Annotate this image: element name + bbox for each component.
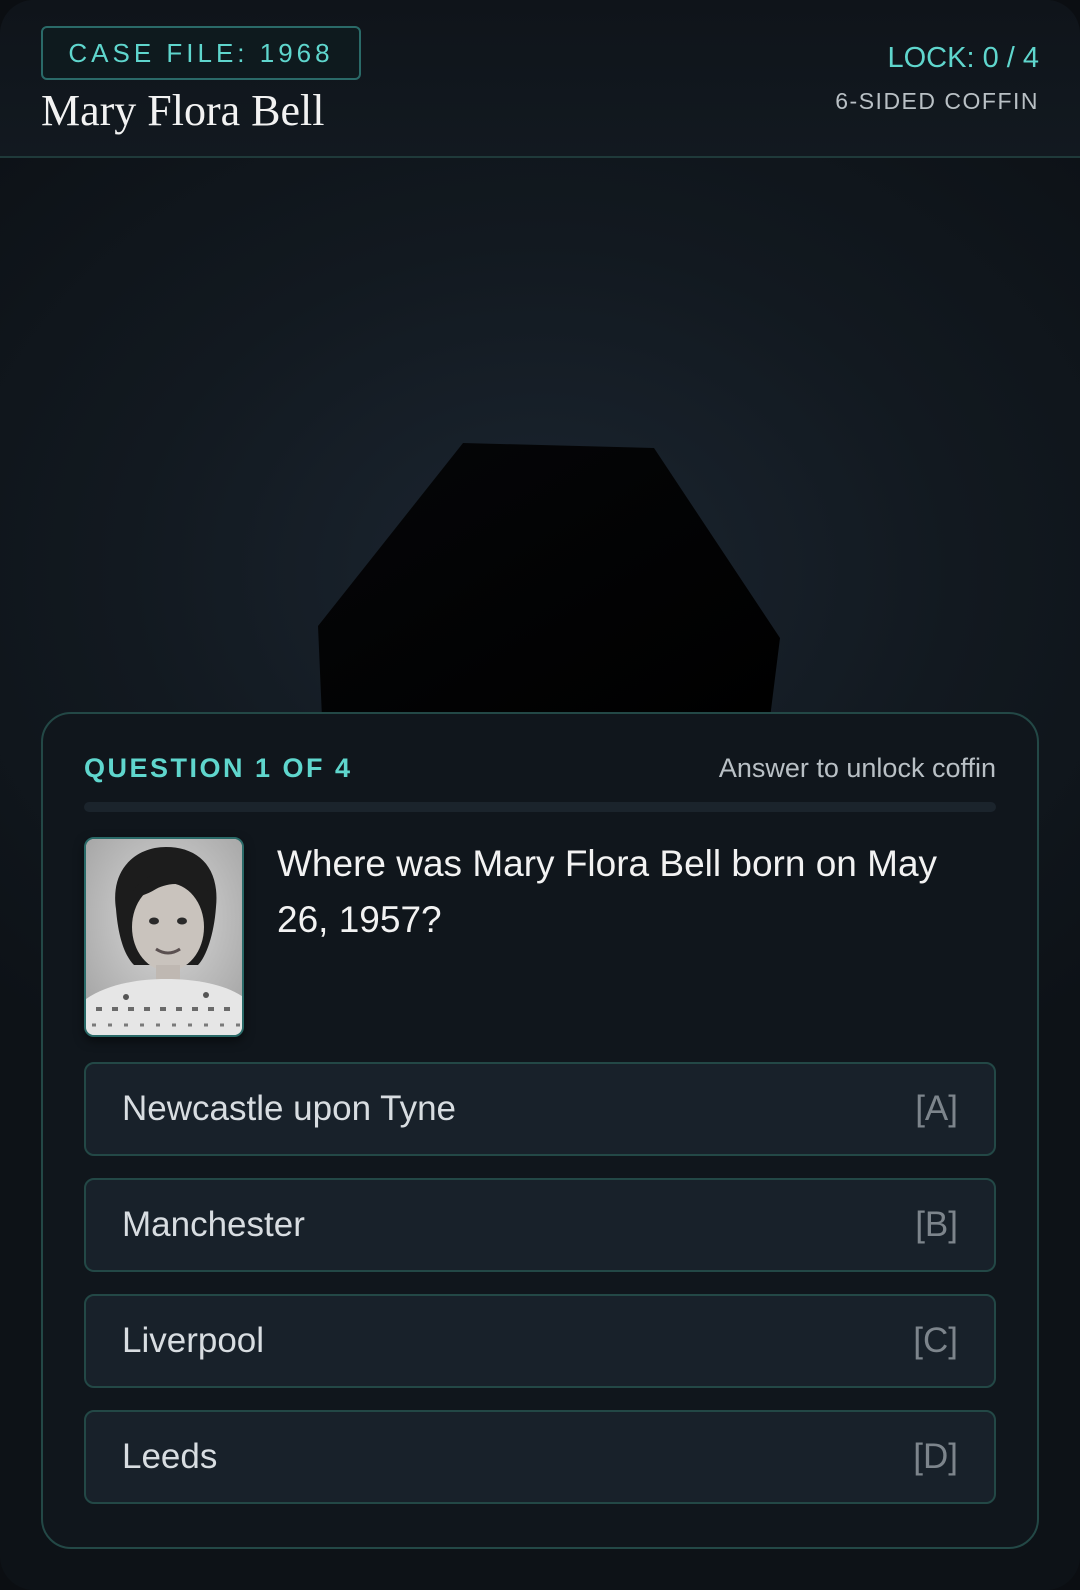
case-title: Mary Flora Bell bbox=[41, 86, 325, 135]
question-hint: Answer to unlock coffin bbox=[718, 753, 996, 783]
answer-option-key: [B] bbox=[915, 1205, 958, 1244]
answer-option-key: [A] bbox=[915, 1089, 958, 1128]
question-text: Where was Mary Flora Bell born on May 26… bbox=[277, 843, 938, 940]
coffin-type-label: 6-SIDED COFFIN bbox=[835, 88, 1039, 114]
answer-option-label: Liverpool bbox=[122, 1321, 265, 1360]
question-panel: QUESTION 1 OF 4 Answer to unlock coffin bbox=[41, 712, 1039, 1549]
coffin-stage bbox=[0, 158, 1080, 718]
answer-option-label: Manchester bbox=[122, 1205, 305, 1244]
answer-option-key: [C] bbox=[913, 1321, 958, 1360]
answer-option-key: [D] bbox=[913, 1437, 958, 1476]
answer-option-d[interactable]: Leeds [D] bbox=[84, 1410, 996, 1504]
header: CASE FILE: 1968 Mary Flora Bell LOCK: 0 … bbox=[0, 0, 1080, 158]
answer-option-label: Leeds bbox=[122, 1437, 218, 1476]
answer-option-c[interactable]: Liverpool [C] bbox=[84, 1294, 996, 1388]
game-screen: CASE FILE: 1968 Mary Flora Bell LOCK: 0 … bbox=[0, 0, 1080, 1590]
answer-option-b[interactable]: Manchester [B] bbox=[84, 1178, 996, 1272]
question-progress-bar bbox=[84, 802, 996, 812]
coffin-lid[interactable] bbox=[318, 443, 780, 718]
coffin-icon[interactable] bbox=[0, 158, 1080, 718]
answer-option-a[interactable]: Newcastle upon Tyne [A] bbox=[84, 1062, 996, 1156]
case-file-badge: CASE FILE: 1968 bbox=[41, 26, 361, 80]
portrait-photo-icon bbox=[84, 837, 244, 1037]
question-counter: QUESTION 1 OF 4 bbox=[84, 753, 353, 783]
answer-option-label: Newcastle upon Tyne bbox=[122, 1089, 457, 1128]
lock-status: LOCK: 0 / 4 bbox=[887, 42, 1039, 74]
